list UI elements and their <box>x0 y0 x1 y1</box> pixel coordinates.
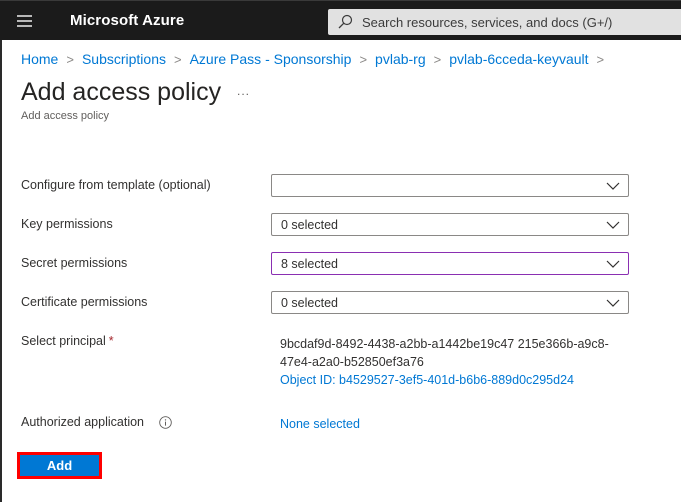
breadcrumb-separator: > <box>174 51 182 67</box>
add-button-label: Add <box>46 458 73 473</box>
page-subtitle: Add access policy <box>21 110 110 122</box>
select-principal-label-text: Select principal <box>21 334 106 348</box>
add-button[interactable]: Add <box>17 452 102 479</box>
certificate-permissions-label: Certificate permissions <box>21 295 148 309</box>
breadcrumb-subscription[interactable]: Azure Pass - Sponsorship <box>190 51 352 67</box>
chevron-down-icon <box>606 260 620 268</box>
required-indicator: * <box>108 334 114 348</box>
info-icon[interactable] <box>159 416 172 429</box>
page-title: Add access policy <box>21 78 222 106</box>
key-permissions-dropdown[interactable]: 0 selected <box>271 213 629 236</box>
left-panel-edge <box>0 40 2 502</box>
principal-object-id[interactable]: Object ID: b4529527-3ef5-401d-b6b6-889d0… <box>280 373 574 387</box>
chevron-down-icon <box>606 221 620 229</box>
breadcrumb-separator: > <box>359 51 368 67</box>
search-icon <box>338 14 353 29</box>
chevron-down-icon <box>606 299 620 307</box>
top-navigation-bar: Microsoft Azure Search resources, servic… <box>0 0 681 40</box>
breadcrumb-keyvault[interactable]: pvlab-6cceda-keyvault <box>449 51 588 67</box>
breadcrumb-subscriptions[interactable]: Subscriptions <box>82 51 166 67</box>
key-permissions-value: 0 selected <box>281 217 338 232</box>
breadcrumb-home[interactable]: Home <box>21 51 58 67</box>
brand-title[interactable]: Microsoft Azure <box>70 12 184 29</box>
secret-permissions-value: 8 selected <box>281 256 338 271</box>
breadcrumb-resource-group[interactable]: pvlab-rg <box>375 51 426 67</box>
selected-principal-value[interactable]: 9bcdaf9d-8492-4438-a2bb-a1442be19c47 215… <box>280 335 640 371</box>
breadcrumb-separator: > <box>433 51 442 67</box>
certificate-permissions-value: 0 selected <box>281 295 338 310</box>
breadcrumb: Home > Subscriptions > Azure Pass - Spon… <box>21 51 612 67</box>
select-principal-label: Select principal * <box>21 334 114 348</box>
more-options-icon[interactable]: ... <box>237 84 250 98</box>
authorized-application-link[interactable]: None selected <box>280 417 360 431</box>
breadcrumb-separator: > <box>596 51 605 67</box>
key-permissions-label: Key permissions <box>21 217 113 231</box>
secret-permissions-label: Secret permissions <box>21 256 128 270</box>
secret-permissions-dropdown[interactable]: 8 selected <box>271 252 629 275</box>
hamburger-menu-icon[interactable] <box>17 15 32 27</box>
global-search-input[interactable]: Search resources, services, and docs (G+… <box>328 9 681 35</box>
template-dropdown[interactable] <box>271 174 629 197</box>
breadcrumb-separator: > <box>66 51 74 67</box>
template-label: Configure from template (optional) <box>21 178 211 192</box>
certificate-permissions-dropdown[interactable]: 0 selected <box>271 291 629 314</box>
authorized-application-label: Authorized application <box>21 415 144 429</box>
chevron-down-icon <box>606 182 620 190</box>
search-placeholder: Search resources, services, and docs (G+… <box>362 14 613 30</box>
